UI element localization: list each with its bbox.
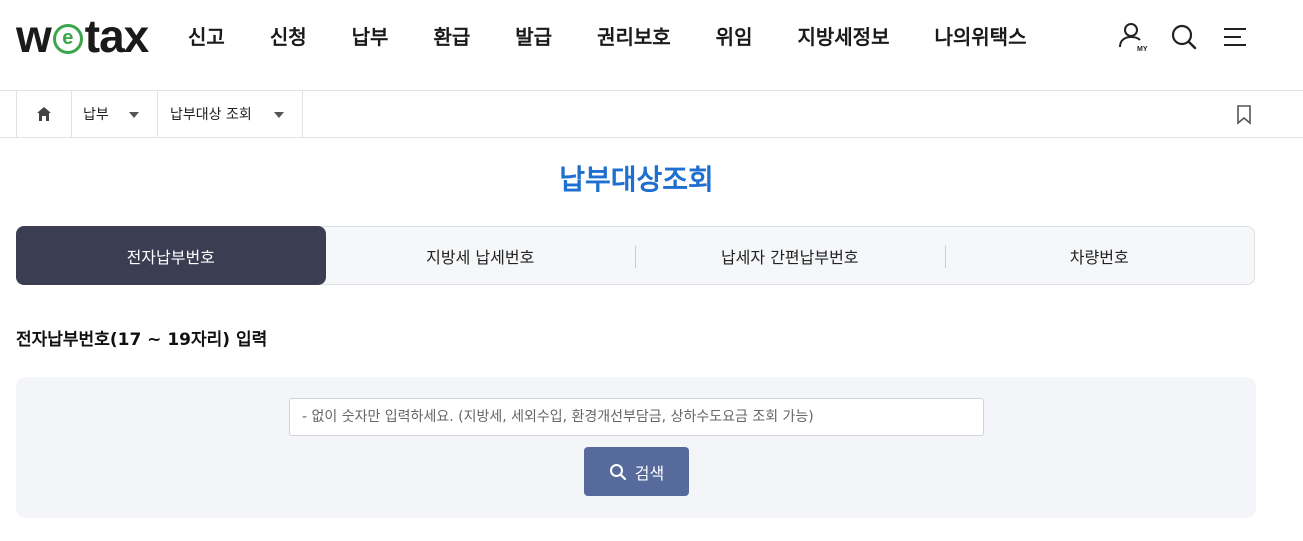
- logo-w: w: [16, 10, 52, 62]
- breadcrumb: 납부 납부대상 조회: [0, 91, 1303, 138]
- breadcrumb-level2-dropdown[interactable]: 납부대상 조회: [158, 91, 303, 137]
- my-label: MY: [1137, 46, 1148, 53]
- bookmark-icon[interactable]: [1236, 105, 1254, 125]
- search-type-tabs: 전자납부번호 지방세 납세번호 납세자 간편납부번호 차량번호: [16, 226, 1255, 285]
- nav-item-local-tax-info[interactable]: 지방세정보: [797, 22, 889, 52]
- search-icon[interactable]: [1167, 20, 1201, 54]
- caret-down-icon: [129, 112, 139, 118]
- home-icon[interactable]: [16, 91, 72, 137]
- search-icon: [609, 463, 626, 480]
- main-nav: 신고 신청 납부 환급 발급 권리보호 위임 지방세정보 나의위택스: [188, 22, 1026, 52]
- breadcrumb-level1-dropdown[interactable]: 납부: [71, 91, 158, 137]
- nav-item-apply[interactable]: 신청: [270, 22, 307, 52]
- search-panel: 검색: [16, 377, 1256, 518]
- search-button[interactable]: 검색: [584, 447, 689, 496]
- utility-icons: MY: [1116, 20, 1252, 54]
- tab-electronic-payment-number[interactable]: 전자납부번호: [16, 226, 326, 285]
- nav-item-issue[interactable]: 발급: [515, 22, 552, 52]
- nav-item-refund[interactable]: 환급: [433, 22, 470, 52]
- nav-item-payment[interactable]: 납부: [352, 22, 389, 52]
- caret-down-icon: [274, 112, 284, 118]
- my-page-icon[interactable]: MY: [1116, 20, 1150, 54]
- tab-simple-payment-number[interactable]: 납세자 간편납부번호: [635, 227, 945, 284]
- breadcrumb-level1-label: 납부: [83, 107, 109, 123]
- tab-vehicle-number[interactable]: 차량번호: [944, 227, 1255, 284]
- nav-item-delegation[interactable]: 위임: [716, 22, 753, 52]
- site-header: w e tax 신고 신청 납부 환급 발급 권리보호 위임 지방세정보 나의위…: [0, 0, 1303, 91]
- nav-item-my-wetax[interactable]: 나의위택스: [934, 22, 1026, 52]
- nav-item-rights[interactable]: 권리보호: [597, 22, 671, 52]
- menu-icon[interactable]: [1218, 20, 1252, 54]
- page-title: 납부대상조회: [559, 163, 714, 196]
- tab-local-tax-number[interactable]: 지방세 납세번호: [326, 227, 636, 284]
- nav-item-report[interactable]: 신고: [188, 22, 225, 52]
- section-label: 전자납부번호(17 ~ 19자리) 입력: [16, 330, 268, 350]
- payment-number-input[interactable]: [289, 398, 984, 436]
- search-button-label: 검색: [634, 463, 665, 483]
- breadcrumb-level2-label: 납부대상 조회: [170, 107, 252, 123]
- wetax-logo[interactable]: w e tax: [16, 10, 149, 62]
- logo-tax: tax: [84, 10, 149, 62]
- logo-e-circle: e: [52, 24, 83, 54]
